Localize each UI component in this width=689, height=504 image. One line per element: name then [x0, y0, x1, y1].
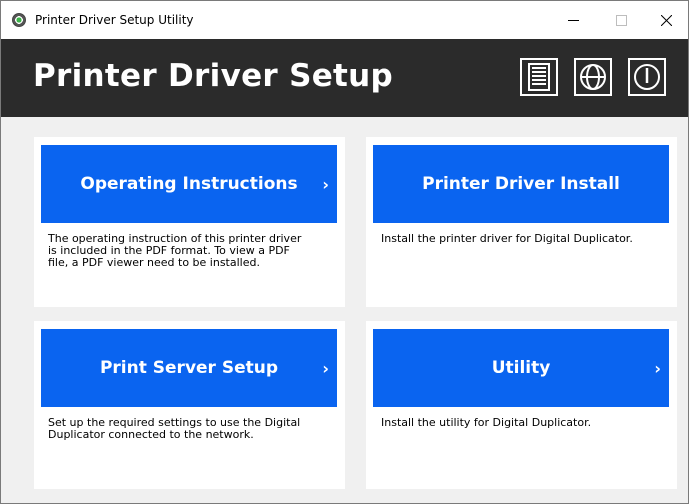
language-button[interactable]	[574, 58, 612, 96]
chevron-right-icon: ›	[654, 359, 661, 378]
window-title: Printer Driver Setup Utility	[35, 13, 194, 27]
utility-button[interactable]: Utility ›	[373, 329, 669, 407]
exit-button[interactable]	[628, 58, 666, 96]
document-icon	[528, 63, 550, 91]
card-button-label: Print Server Setup	[99, 358, 279, 378]
main-content: Operating Instructions › The operating i…	[1, 117, 688, 503]
app-window: Printer Driver Setup Utility Printer Dri…	[0, 0, 689, 504]
printer-driver-install-button[interactable]: Printer Driver Install	[373, 145, 669, 223]
card-description: Install the utility for Digital Duplicat…	[381, 416, 592, 429]
card-description: The operating instruction of this printe…	[48, 232, 302, 269]
card-utility: Utility › Install the utility for Digita…	[366, 321, 677, 489]
card-printer-driver-install: Printer Driver Install Install the print…	[366, 137, 677, 307]
globe-icon	[580, 64, 606, 90]
card-print-server-setup: Print Server Setup › Set up the required…	[34, 321, 345, 489]
card-button-label: Utility	[491, 358, 551, 378]
chevron-right-icon: ›	[322, 175, 329, 194]
print-server-setup-button[interactable]: Print Server Setup ›	[41, 329, 337, 407]
maximize-icon	[615, 14, 627, 26]
card-description: Set up the required settings to use the …	[48, 416, 301, 441]
close-icon	[660, 14, 672, 26]
operating-instructions-button[interactable]: Operating Instructions ›	[41, 145, 337, 223]
minimize-button[interactable]	[550, 1, 596, 39]
chevron-right-icon: ›	[322, 359, 329, 378]
card-button-label: Printer Driver Install	[422, 174, 620, 194]
power-icon	[634, 64, 660, 90]
maximize-button[interactable]	[598, 1, 644, 39]
page-title: Printer Driver Setup	[33, 58, 394, 94]
app-icon	[12, 13, 26, 27]
close-button[interactable]	[643, 1, 689, 39]
title-bar[interactable]: Printer Driver Setup Utility	[1, 1, 688, 39]
app-header: Printer Driver Setup	[1, 39, 688, 117]
card-operating-instructions: Operating Instructions › The operating i…	[34, 137, 345, 307]
card-button-label: Operating Instructions	[80, 174, 298, 194]
manual-button[interactable]	[520, 58, 558, 96]
minimize-icon	[567, 19, 579, 21]
card-description: Install the printer driver for Digital D…	[381, 232, 633, 245]
